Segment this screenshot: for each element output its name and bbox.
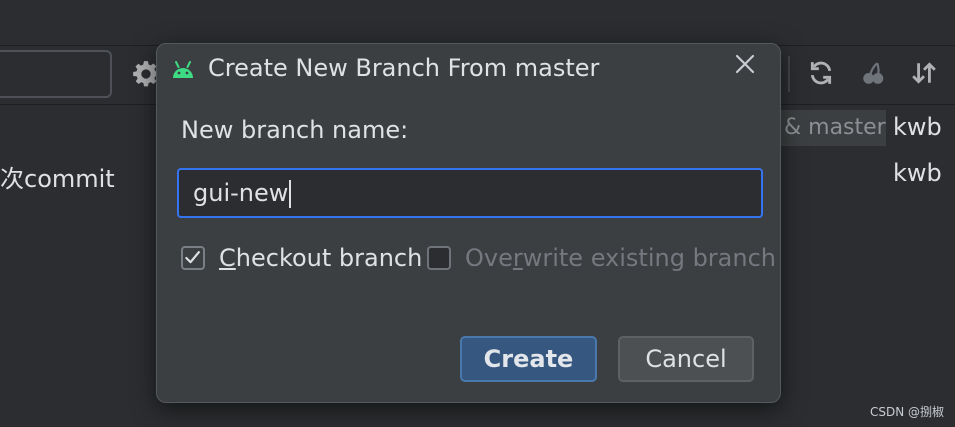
branch-tag: & master: [778, 110, 886, 146]
refresh-icon[interactable]: [808, 60, 834, 86]
checkout-branch-label: Checkout branch: [219, 244, 423, 272]
cherry-pick-icon[interactable]: [860, 60, 886, 86]
log-search-field[interactable]: [0, 50, 112, 98]
overwrite-branch-label: Overwrite existing branch: [465, 244, 776, 272]
close-icon[interactable]: [732, 51, 758, 77]
create-button[interactable]: Create: [460, 336, 597, 382]
checkmark-icon: [185, 251, 200, 264]
overwrite-branch-checkbox[interactable]: Overwrite existing branch: [427, 243, 776, 273]
sort-icon[interactable]: [911, 60, 937, 86]
commit-author: kwb: [893, 159, 942, 187]
branch-name-value: gui-new: [193, 179, 289, 207]
text-caret: [289, 180, 292, 208]
ide-title-bar: [0, 0, 955, 45]
checkbox-box[interactable]: [427, 246, 451, 270]
checkout-branch-checkbox[interactable]: Checkout branch: [181, 243, 422, 273]
dialog-title: Create New Branch From master: [208, 54, 600, 82]
android-icon: [173, 61, 193, 78]
checkbox-box[interactable]: [181, 246, 205, 270]
create-branch-dialog: Create New Branch From master New branch…: [156, 43, 781, 403]
commit-message[interactable]: 次commit: [0, 159, 115, 194]
cancel-button[interactable]: Cancel: [618, 336, 754, 382]
watermark: CSDN @捌椒: [870, 405, 945, 419]
branch-name-label: New branch name:: [181, 116, 409, 144]
toolbar-separator: [788, 56, 790, 92]
branch-name-input[interactable]: gui-new: [177, 168, 763, 218]
commit-author: kwb: [893, 113, 942, 141]
